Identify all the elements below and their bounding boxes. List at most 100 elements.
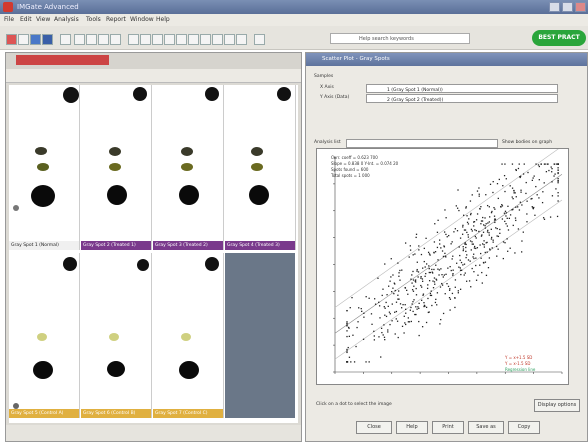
scatter-point bbox=[346, 348, 348, 351]
scatter-point bbox=[474, 229, 476, 231]
settings-icon[interactable] bbox=[236, 34, 247, 45]
menu-window[interactable]: Window bbox=[130, 15, 154, 25]
menu-analysis[interactable]: Analysis bbox=[54, 15, 79, 25]
scatter-point bbox=[395, 318, 397, 320]
print-icon[interactable] bbox=[30, 34, 41, 45]
scatter-point bbox=[481, 243, 484, 245]
help-button[interactable]: Help bbox=[396, 421, 428, 434]
menu-tools[interactable]: Tools bbox=[86, 15, 101, 25]
menu-edit[interactable]: Edit bbox=[20, 15, 32, 25]
copy-button[interactable]: Copy bbox=[508, 421, 540, 434]
save-icon[interactable] bbox=[18, 34, 29, 45]
scatter-point bbox=[499, 232, 501, 234]
y-axis-select[interactable]: 2 (Gray Spot 2 (Treated)) bbox=[366, 94, 558, 103]
scatter-point bbox=[425, 321, 428, 324]
scatter-point bbox=[490, 238, 493, 240]
search-input[interactable]: Help search keywords bbox=[330, 33, 470, 44]
gel-tile[interactable]: Gray Spot 2 (Treated 1) bbox=[81, 85, 152, 250]
minimize-button[interactable] bbox=[549, 2, 560, 12]
scatter-point bbox=[397, 298, 399, 300]
spot-icon[interactable] bbox=[140, 34, 151, 45]
zoom-icon[interactable] bbox=[74, 34, 85, 45]
scatter-window-title: Scatter Plot - Gray Spots bbox=[306, 53, 587, 66]
menu-file[interactable]: File bbox=[4, 15, 14, 25]
maximize-button[interactable] bbox=[562, 2, 573, 12]
close-button[interactable] bbox=[575, 2, 586, 12]
gel-tile[interactable]: Gray Spot 3 (Treated 2) bbox=[153, 85, 224, 250]
scatter-plot[interactable]: Corr. coeff = 0.623 700 Slope = 0.838 0 … bbox=[316, 148, 569, 385]
export-icon[interactable] bbox=[224, 34, 235, 45]
close-plot-button[interactable]: Close bbox=[356, 421, 392, 434]
scatter-point bbox=[412, 254, 414, 256]
scatter-point bbox=[486, 241, 488, 244]
scatter-point bbox=[410, 306, 412, 309]
gel-tile[interactable]: Gray Spot 7 (Control C) bbox=[153, 253, 224, 418]
scatter-point bbox=[387, 305, 389, 308]
scatter-point bbox=[397, 262, 399, 264]
scatter-point bbox=[502, 241, 505, 243]
window-icon[interactable] bbox=[42, 34, 53, 45]
gel-image-grid: Gray Spot 1 (Normal) Gray Spot 2 (Treate… bbox=[9, 85, 298, 423]
scatter-point bbox=[469, 213, 472, 216]
measure-icon[interactable] bbox=[110, 34, 121, 45]
gel-tile[interactable]: Gray Spot 1 (Normal) bbox=[9, 85, 80, 250]
scatter-point bbox=[418, 307, 420, 310]
scatter-point bbox=[365, 296, 367, 298]
grid-icon[interactable] bbox=[128, 34, 139, 45]
tile-label: Gray Spot 6 (Control B) bbox=[81, 409, 151, 418]
gel-tile[interactable]: Gray Spot 5 (Control A) bbox=[9, 253, 80, 418]
chart-icon[interactable] bbox=[176, 34, 187, 45]
scatter-point bbox=[493, 206, 495, 209]
scatter-point bbox=[346, 361, 348, 363]
scatter-point bbox=[452, 273, 454, 275]
scatter-point bbox=[424, 275, 426, 277]
scatter-point bbox=[428, 253, 431, 255]
scatter-point bbox=[368, 361, 370, 363]
report-icon[interactable] bbox=[212, 34, 223, 45]
scatter-point bbox=[360, 307, 362, 310]
menu-help[interactable]: Help bbox=[156, 15, 170, 25]
pointer-icon[interactable] bbox=[60, 34, 71, 45]
help-icon[interactable] bbox=[254, 34, 265, 45]
scatter-point bbox=[557, 179, 559, 182]
filter-icon[interactable] bbox=[188, 34, 199, 45]
open-icon[interactable] bbox=[6, 34, 17, 45]
scatter-point bbox=[543, 218, 546, 220]
scatter-point bbox=[557, 200, 559, 202]
menu-view[interactable]: View bbox=[36, 15, 50, 25]
analysis-list-input[interactable] bbox=[346, 139, 498, 148]
viewer-tab[interactable] bbox=[16, 55, 109, 65]
scatter-point bbox=[388, 285, 390, 287]
scatter-point bbox=[391, 320, 393, 322]
print-button[interactable]: Print bbox=[432, 421, 464, 434]
crop-icon[interactable] bbox=[98, 34, 109, 45]
scatter-point bbox=[511, 187, 514, 189]
x-axis-select[interactable]: 1 (Gray Spot 1 (Normal)) bbox=[366, 84, 558, 93]
scatter-point bbox=[557, 192, 559, 194]
scatter-point bbox=[465, 243, 467, 246]
scatter-point bbox=[393, 292, 395, 295]
scatter-point bbox=[488, 257, 491, 259]
display-options-button[interactable]: Display options bbox=[534, 399, 580, 412]
menu-report[interactable]: Report bbox=[106, 15, 126, 25]
scatter-point bbox=[531, 206, 533, 208]
hand-icon[interactable] bbox=[86, 34, 97, 45]
select-dot-checkbox[interactable]: Click on a dot to select the image bbox=[316, 401, 392, 408]
gel-tile[interactable]: Gray Spot 6 (Control B) bbox=[81, 253, 152, 418]
image-viewer-window: Gray Spot 1 (Normal) Gray Spot 2 (Treate… bbox=[5, 52, 302, 442]
scatter-point bbox=[466, 215, 468, 217]
scatter-point bbox=[373, 339, 376, 341]
scatter-point bbox=[452, 255, 454, 257]
show-bodies-checkbox[interactable]: Show bodies on graph bbox=[502, 139, 552, 146]
table-icon[interactable] bbox=[164, 34, 175, 45]
quick-action-button[interactable]: BEST PRACT bbox=[532, 30, 586, 46]
scatter-point bbox=[346, 322, 348, 325]
layers-icon[interactable] bbox=[200, 34, 211, 45]
gel-tile[interactable]: Gray Spot 4 (Treated 3) bbox=[225, 85, 296, 250]
save-as-button[interactable]: Save as bbox=[468, 421, 504, 434]
scatter-point bbox=[428, 267, 430, 270]
scatter-point bbox=[410, 320, 412, 323]
match-icon[interactable] bbox=[152, 34, 163, 45]
scatter-point bbox=[433, 281, 436, 283]
scatter-point bbox=[495, 227, 497, 229]
